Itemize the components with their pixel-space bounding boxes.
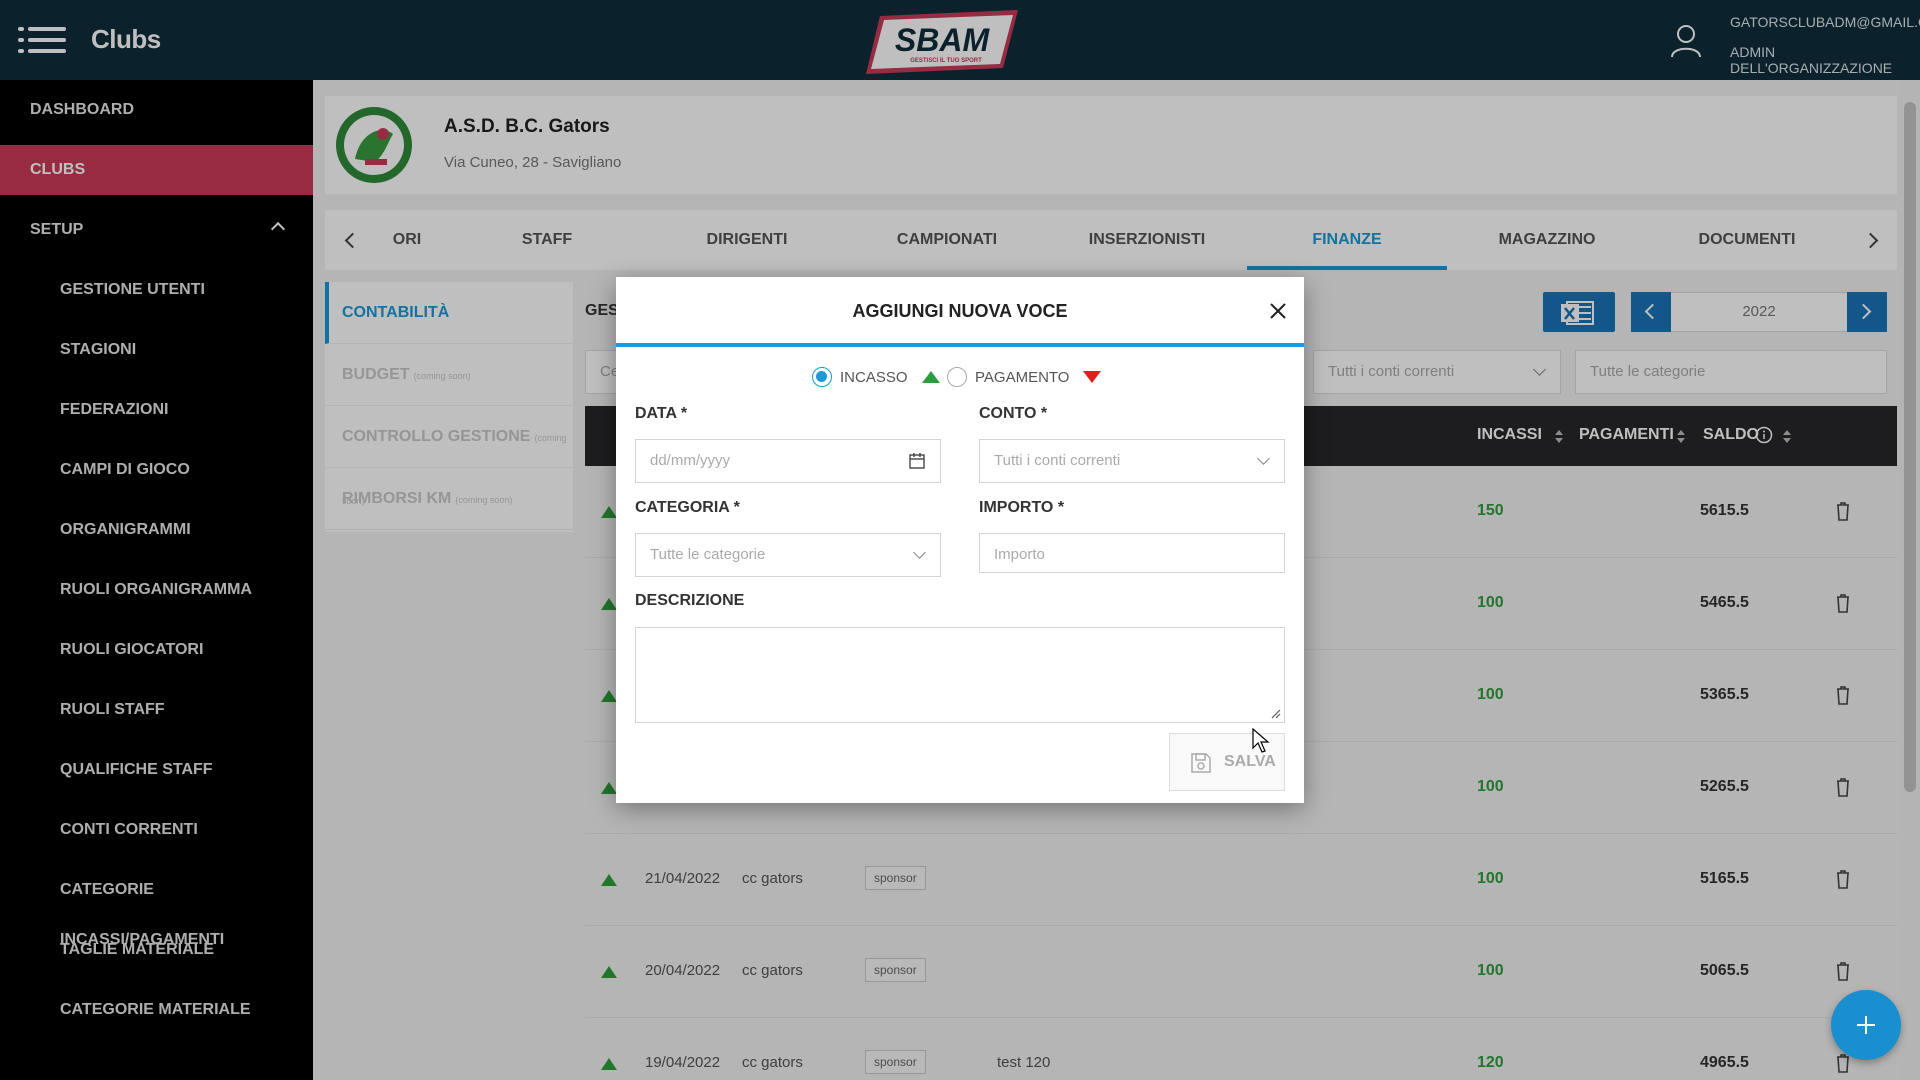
account-label: CONTO * <box>979 405 1048 422</box>
description-textarea[interactable] <box>635 627 1285 723</box>
description-label: DESCRIZIONE <box>635 592 745 609</box>
date-placeholder: dd/mm/yyyy <box>650 452 731 469</box>
chevron-down-icon <box>913 546 926 559</box>
type-payment-label: PAGAMENTO <box>975 368 1070 386</box>
save-label: SALVA <box>1224 753 1276 770</box>
radio-checked-icon <box>812 367 832 387</box>
modal-title: AGGIUNGI NUOVA VOCE <box>852 301 1068 321</box>
radio-unchecked-icon <box>947 367 967 387</box>
modal-header: AGGIUNGI NUOVA VOCE <box>616 277 1304 347</box>
account-select[interactable]: Tutti i conti correnti <box>979 439 1285 483</box>
chevron-down-icon <box>1257 452 1270 465</box>
floppy-disk-icon <box>1191 753 1211 773</box>
add-entry-fab-button[interactable] <box>1831 990 1901 1060</box>
category-label: CATEGORIA * <box>635 499 740 516</box>
category-select[interactable]: Tutte le categorie <box>635 533 941 577</box>
amount-label: IMPORTO * <box>979 499 1065 516</box>
category-select-value: Tutte le categorie <box>650 546 766 563</box>
account-select-value: Tutti i conti correnti <box>994 452 1121 469</box>
amount-input[interactable]: Importo <box>979 533 1285 573</box>
add-entry-modal: AGGIUNGI NUOVA VOCE INCASSO PAGAMENTO DA… <box>616 277 1304 803</box>
mouse-cursor-icon <box>1252 728 1270 753</box>
calendar-icon[interactable] <box>908 452 926 470</box>
amount-placeholder: Importo <box>994 546 1045 563</box>
payment-arrow-down-icon <box>1083 371 1102 383</box>
type-income-radio[interactable]: INCASSO <box>812 365 940 389</box>
type-payment-radio[interactable]: PAGAMENTO <box>947 365 1102 389</box>
resize-handle-icon[interactable] <box>1271 709 1281 719</box>
date-label: DATA * <box>635 405 688 422</box>
type-income-label: INCASSO <box>840 368 908 386</box>
date-input[interactable]: dd/mm/yyyy <box>635 439 941 483</box>
income-arrow-up-icon <box>921 371 940 383</box>
close-icon[interactable] <box>1266 299 1290 323</box>
